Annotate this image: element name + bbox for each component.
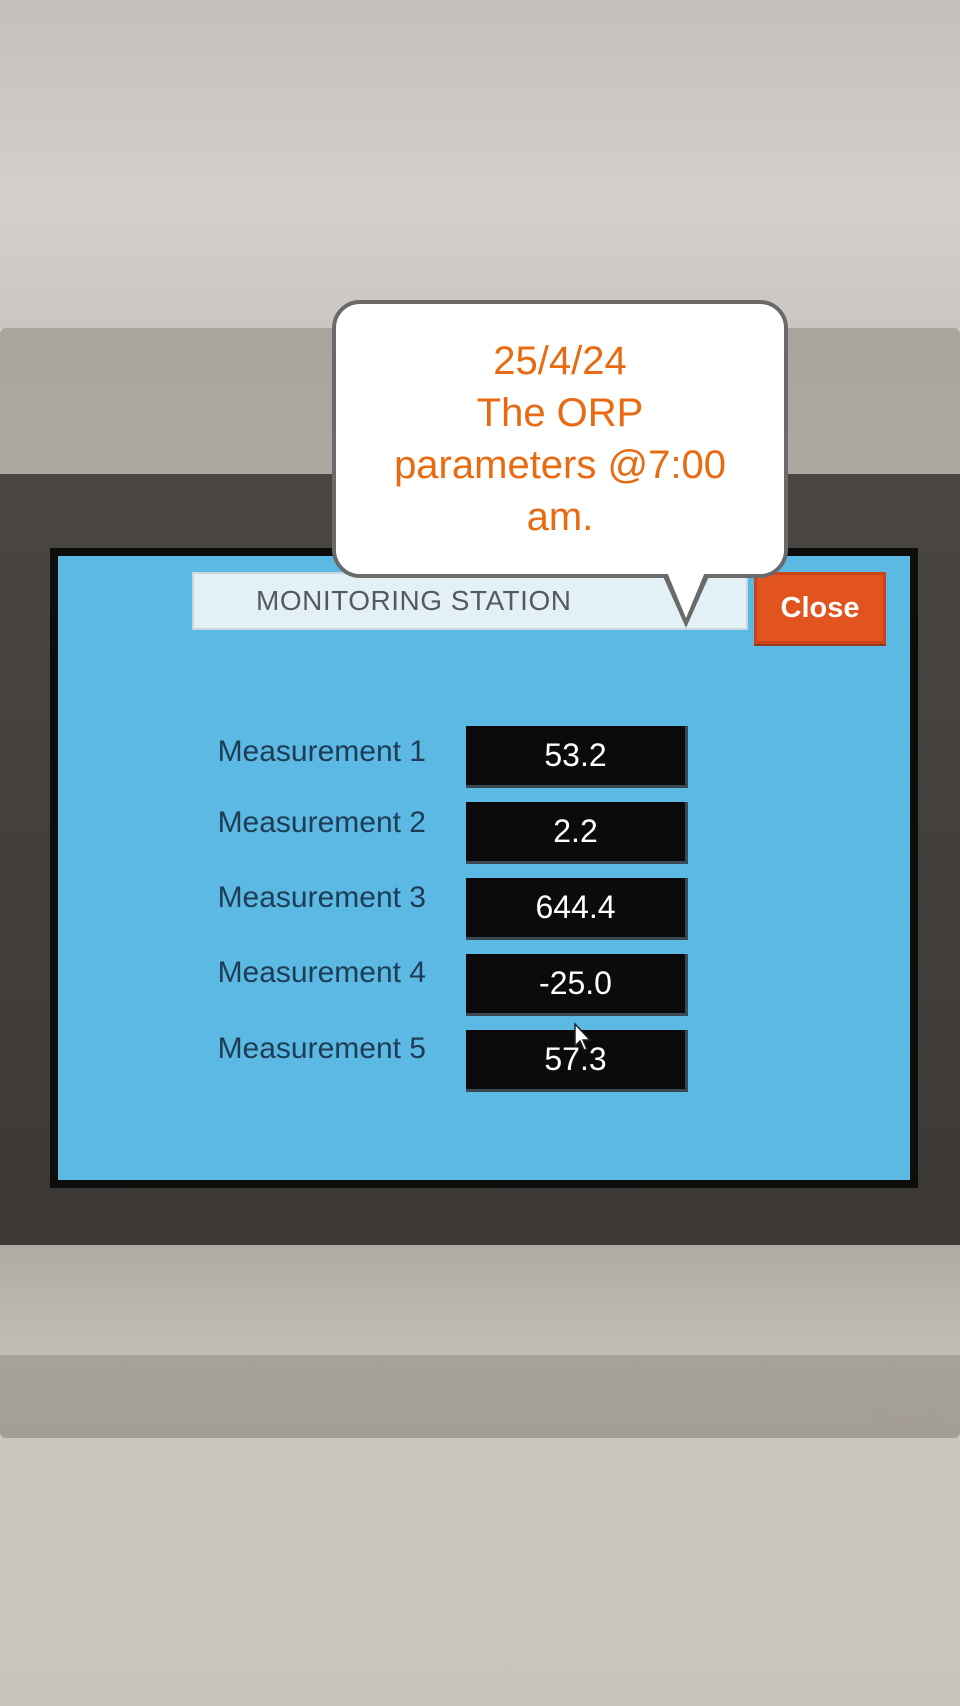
- measurement-3-value: 644.4: [466, 878, 688, 940]
- callout-line-2: The ORP: [476, 391, 644, 435]
- device-brand-text: PanelV: [872, 1404, 946, 1429]
- measurement-5-label: Measurement 5: [217, 1032, 426, 1065]
- measurement-1-label: Measurement 1: [217, 735, 426, 768]
- annotation-callout: 25/4/24 The ORP parameters @7:00 am.: [332, 300, 788, 578]
- measurement-2-label: Measurement 2: [217, 806, 426, 839]
- callout-line-3: parameters @7:00: [394, 443, 726, 487]
- measurement-1-value: 53.2: [466, 726, 688, 788]
- measurement-4-label: Measurement 4: [217, 956, 426, 989]
- measurement-2-value: 2.2: [466, 802, 688, 864]
- measurement-3-label: Measurement 3: [217, 881, 426, 914]
- hmi-screen: [50, 548, 918, 1188]
- measurement-4-value: -25.0: [466, 954, 688, 1016]
- panel-lower-lip: [0, 1245, 960, 1355]
- callout-date: 25/4/24: [493, 339, 627, 383]
- background-wall: [0, 0, 960, 330]
- page-title-text: MONITORING STATION: [256, 585, 572, 616]
- callout-tail: [667, 572, 705, 618]
- mouse-pointer-icon: [574, 1022, 592, 1051]
- close-button[interactable]: Close: [754, 572, 886, 644]
- callout-line-4: am.: [526, 495, 594, 539]
